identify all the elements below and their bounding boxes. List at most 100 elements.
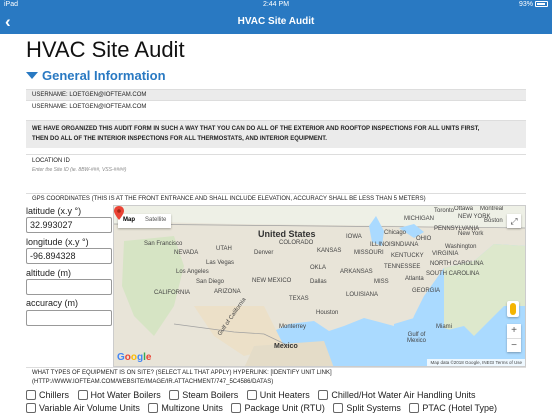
map-label-san-francisco: San Francisco bbox=[144, 241, 183, 247]
map-label-illinois: ILLINOIS bbox=[370, 242, 395, 248]
zoom-in-button[interactable]: + bbox=[507, 324, 521, 338]
map-label-michigan: MICHIGAN bbox=[404, 216, 434, 222]
map-label-iowa: IOWA bbox=[346, 234, 362, 240]
satellite-tab[interactable]: Satellite bbox=[140, 214, 171, 228]
notice-line-1: WE HAVE ORGANIZED THIS AUDIT FORM IN SUC… bbox=[32, 126, 480, 132]
map-label-los-angeles: Los Angeles bbox=[176, 269, 209, 275]
section-header-general-information[interactable]: General Information bbox=[26, 68, 166, 83]
checkbox-chillers[interactable]: Chillers bbox=[26, 390, 69, 400]
gps-label: GPS COORDINATES (THIS IS AT THE FRONT EN… bbox=[32, 196, 426, 202]
map-label-washington: Washington bbox=[445, 244, 477, 250]
checkbox-hot-water-boilers[interactable]: Hot Water Boilers bbox=[77, 390, 161, 400]
map-label-nevada: NEVADA bbox=[174, 250, 199, 256]
map-label-oklahoma: OKLA bbox=[310, 265, 327, 271]
google-logo: Google bbox=[117, 352, 152, 363]
status-bar: iPad 2:44 PM 93% bbox=[0, 0, 552, 10]
map-label-louisiana: LOUISIANA bbox=[346, 292, 379, 298]
longitude-input[interactable]: -96.894328 bbox=[26, 248, 112, 264]
location-id-row[interactable]: LOCATION ID bbox=[26, 154, 526, 178]
username-row-1: USERNAME: LOETGEN@IOFTEAM.COM bbox=[26, 89, 526, 100]
altitude-input[interactable] bbox=[26, 279, 112, 295]
checkbox-package-unit-rtu[interactable]: Package Unit (RTU) bbox=[231, 403, 325, 413]
nav-title: HVAC Site Audit bbox=[237, 16, 315, 27]
section-title: General Information bbox=[42, 68, 166, 83]
map-label-tennessee: TENNESSEE bbox=[384, 264, 421, 270]
map-label-arkansas: ARKANSAS bbox=[340, 269, 373, 275]
map-label-california: CALIFORNIA bbox=[154, 290, 191, 296]
street-view-pegman-icon[interactable] bbox=[507, 301, 519, 317]
nav-bar: ‹ HVAC Site Audit bbox=[0, 10, 552, 34]
checkbox-variable-air-volume-units[interactable]: Variable Air Volume Units bbox=[26, 403, 140, 413]
map-label-chicago: Chicago bbox=[384, 230, 407, 236]
latitude-input[interactable]: 32.993027 bbox=[26, 217, 112, 233]
checkbox-unit-heaters[interactable]: Unit Heaters bbox=[246, 390, 310, 400]
map-label-united-states: United States bbox=[258, 229, 316, 239]
accuracy-input[interactable] bbox=[26, 310, 112, 326]
zoom-control: + − bbox=[507, 324, 521, 352]
map-label-arizona: ARIZONA bbox=[214, 289, 241, 295]
map-label-virginia: VIRGINIA bbox=[432, 251, 459, 257]
map-label-monterrey: Monterrey bbox=[279, 324, 307, 330]
map-label-dallas: Dallas bbox=[310, 279, 327, 285]
battery-indicator: 93% bbox=[519, 1, 548, 8]
gps-map[interactable]: Map Satellite ⤢ United States Mexico Gul… bbox=[113, 205, 526, 367]
collapse-triangle-icon bbox=[26, 72, 38, 79]
map-label-miami: Miami bbox=[436, 324, 452, 330]
altitude-label: altitude (m) bbox=[26, 268, 72, 278]
username-text: USERNAME: LOETGEN@IOFTEAM.COM bbox=[32, 92, 147, 98]
map-label-montreal: Montreal bbox=[480, 206, 504, 212]
equipment-question: WHAT TYPES OF EQUIPMENT IS ON SITE? (SEL… bbox=[32, 369, 332, 387]
map-label-utah: UTAH bbox=[216, 246, 232, 252]
location-id-label: LOCATION ID bbox=[32, 158, 70, 164]
equipment-options-row-2: Variable Air Volume Units Multizone Unit… bbox=[26, 403, 503, 414]
gps-label-row: GPS COORDINATES (THIS IS AT THE FRONT EN… bbox=[26, 193, 526, 203]
map-label-denver: Denver bbox=[254, 250, 274, 256]
checkbox-multizone-units[interactable]: Multizone Units bbox=[148, 403, 223, 413]
map-label-san-diego: San Diego bbox=[196, 279, 225, 285]
battery-percent: 93% bbox=[518, 1, 533, 8]
map-label-houston: Houston bbox=[316, 310, 339, 316]
accuracy-label: accuracy (m) bbox=[26, 298, 79, 308]
checkbox-steam-boilers[interactable]: Steam Boilers bbox=[169, 390, 238, 400]
map-label-las-vegas: Las Vegas bbox=[206, 260, 235, 266]
clock: 2:44 PM bbox=[262, 1, 290, 8]
checkbox-ptac-hotel-type[interactable]: PTAC (Hotel Type) bbox=[409, 403, 497, 413]
battery-icon bbox=[535, 1, 548, 7]
equipment-question-line-1: WHAT TYPES OF EQUIPMENT IS ON SITE? (SEL… bbox=[32, 370, 332, 376]
map-label-colorado: COLORADO bbox=[279, 240, 314, 246]
page-title: HVAC Site Audit bbox=[26, 37, 185, 62]
location-id-input[interactable]: Enter the Site ID (ie. 8BW-###, VSS-####… bbox=[32, 167, 126, 173]
zoom-out-button[interactable]: − bbox=[507, 338, 521, 352]
map-label-boston: Boston bbox=[484, 218, 503, 224]
notice-line-2: THEN DO ALL OF THE INTERIOR INSPECTIONS … bbox=[32, 136, 327, 142]
map-label-mississippi: MISS bbox=[374, 279, 389, 285]
map-type-control: Map Satellite bbox=[118, 214, 172, 228]
location-pin-icon[interactable] bbox=[114, 206, 124, 220]
map-label-gulf: Gulf of Mexico bbox=[407, 332, 427, 344]
latitude-label: latitude (x.y °) bbox=[26, 206, 82, 216]
longitude-label: longitude (x.y °) bbox=[26, 237, 89, 247]
map-label-kansas: KANSAS bbox=[317, 248, 342, 254]
map-label-kentucky: KENTUCKY bbox=[391, 253, 424, 259]
notice-row: WE HAVE ORGANIZED THIS AUDIT FORM IN SUC… bbox=[26, 120, 526, 148]
equipment-question-line-2[interactable]: (HTTP://WWW.IOFTEAM.COM/WEBSITE/IMAGE/IR… bbox=[32, 378, 332, 387]
equipment-options-row-1: Chillers Hot Water Boilers Steam Boilers… bbox=[26, 390, 482, 402]
map-label-ottawa: Ottawa bbox=[454, 206, 474, 212]
map-label-toronto: Toronto bbox=[434, 208, 455, 214]
fullscreen-icon[interactable]: ⤢ bbox=[507, 214, 521, 228]
map-label-indiana: INDIANA bbox=[394, 242, 419, 248]
map-label-pennsylvania: PENNSYLVANIA bbox=[434, 226, 480, 232]
map-label-north-carolina: NORTH CAROLINA bbox=[430, 261, 484, 267]
map-attribution[interactable]: Map data ©2018 Google, INEGI Terms of Us… bbox=[427, 359, 525, 366]
map-label-missouri: MISSOURI bbox=[354, 250, 384, 256]
checkbox-split-systems[interactable]: Split Systems bbox=[333, 403, 401, 413]
map-label-mexico: Mexico bbox=[274, 343, 298, 350]
divider bbox=[26, 367, 526, 368]
username-text: USERNAME: LOETGEN@IOFTEAM.COM bbox=[32, 104, 147, 110]
map-label-south-carolina: SOUTH CAROLINA bbox=[426, 271, 480, 277]
username-row-2: USERNAME: LOETGEN@IOFTEAM.COM bbox=[26, 100, 526, 112]
map-label-texas: TEXAS bbox=[289, 296, 309, 302]
checkbox-chilled-hot-water-ahu[interactable]: Chilled/Hot Water Air Handling Units bbox=[318, 390, 476, 400]
map-label-atlanta: Atlanta bbox=[405, 276, 424, 282]
map-label-georgia: GEORGIA bbox=[412, 288, 441, 294]
